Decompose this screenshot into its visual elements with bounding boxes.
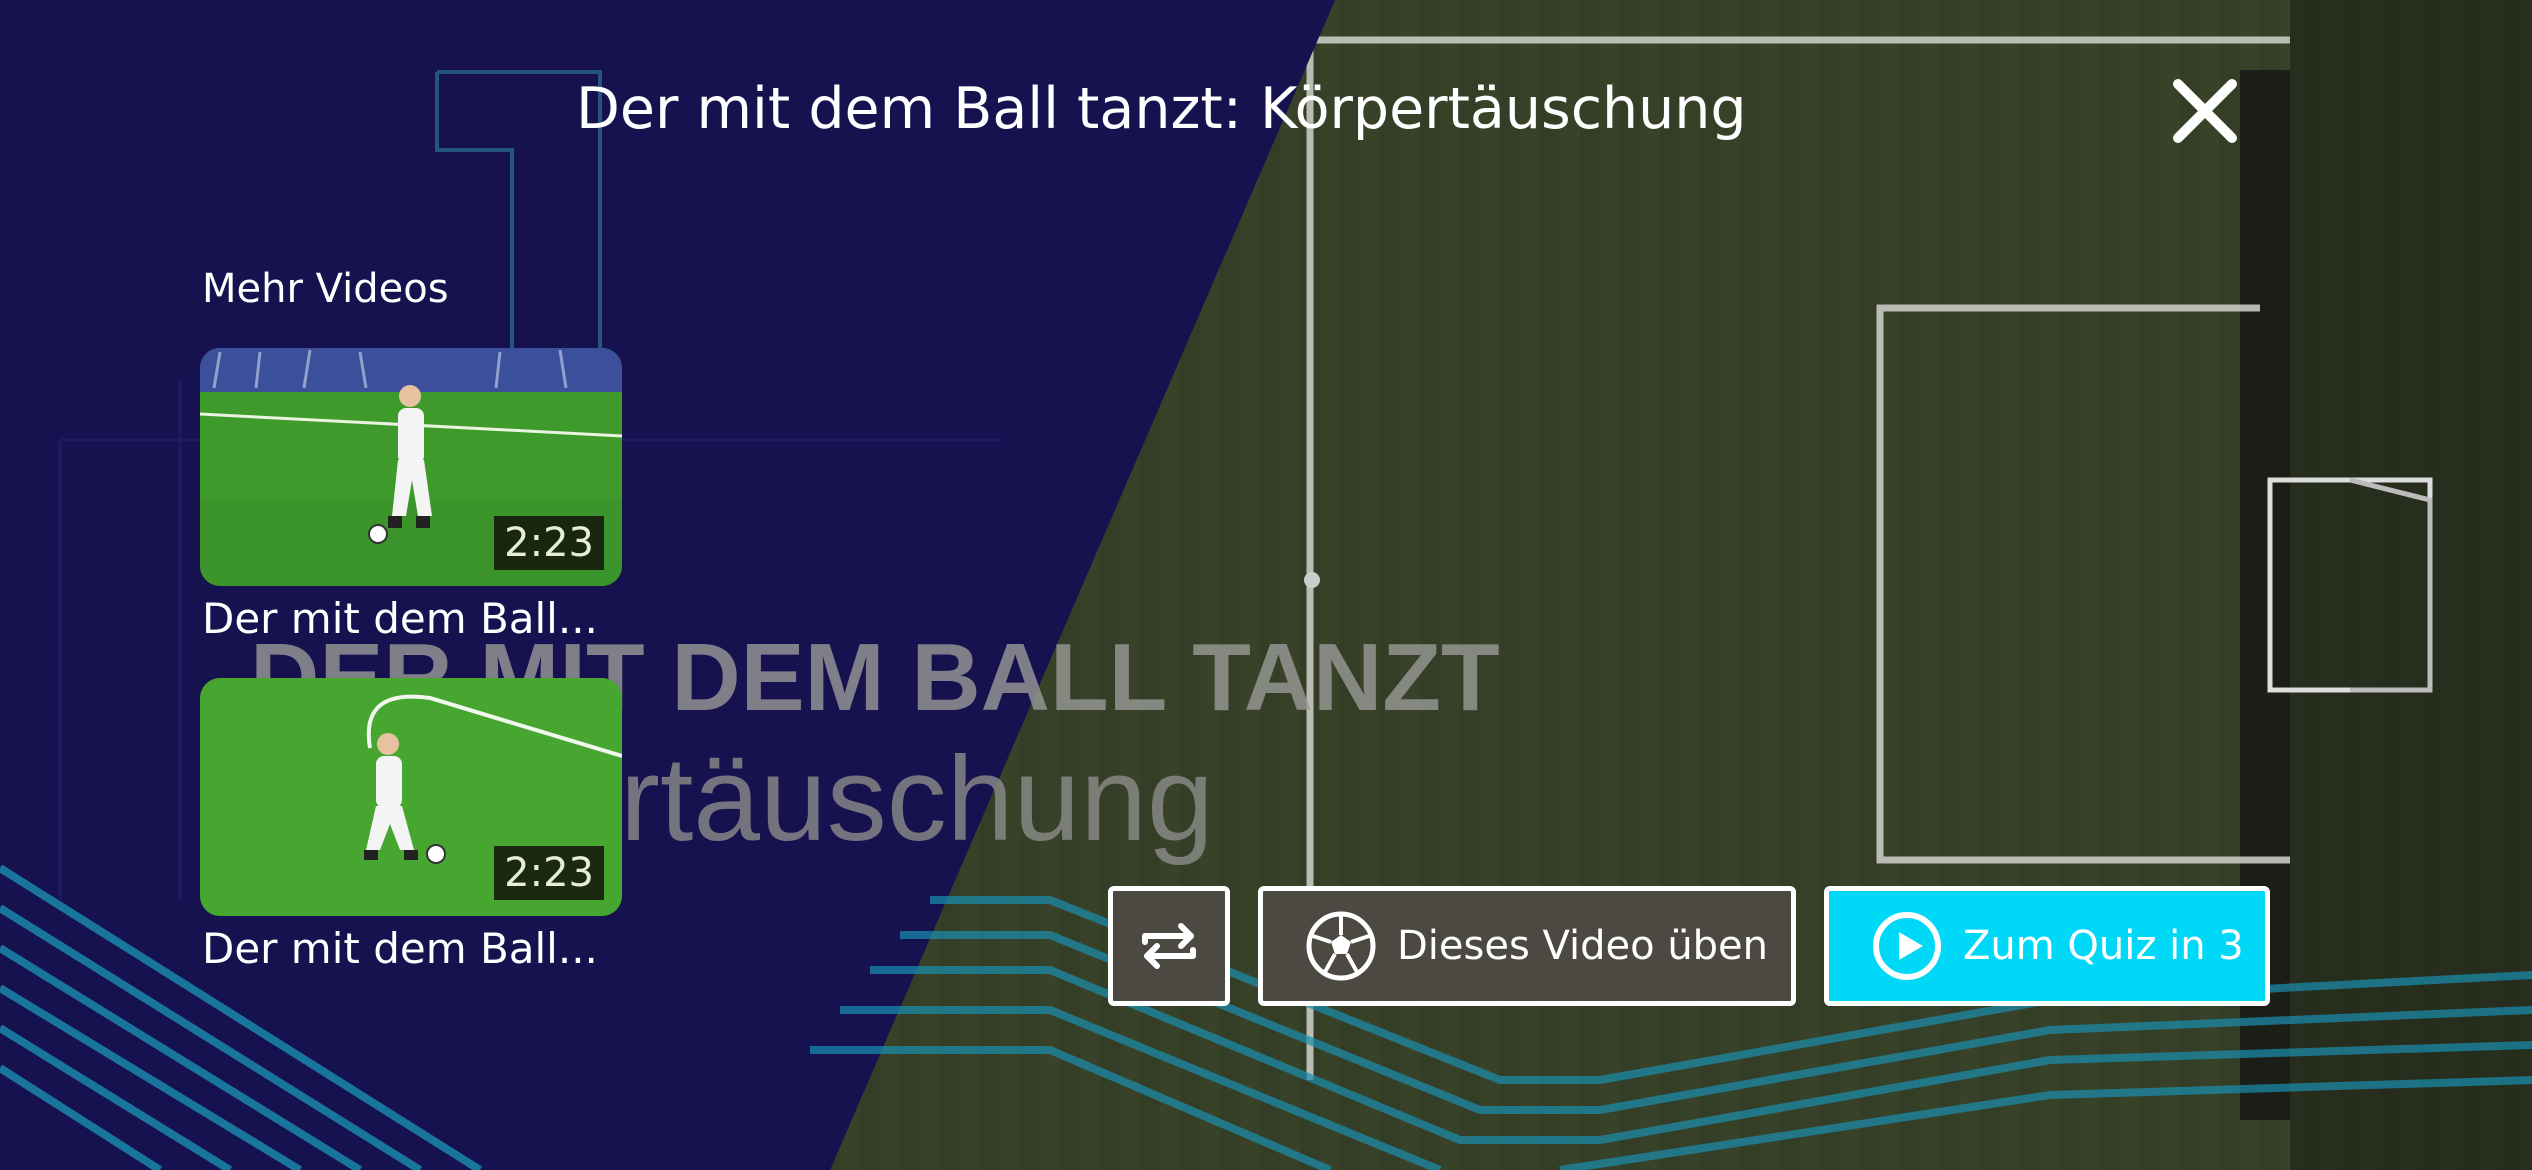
quiz-button-label: Zum Quiz in 3 <box>1963 923 2244 969</box>
repeat-icon <box>1142 923 1196 969</box>
close-icon <box>2173 79 2237 143</box>
soccer-ball-icon <box>1306 911 1376 981</box>
play-circle-icon <box>1873 912 1941 980</box>
watermark-subtitle: rtäuschung <box>620 732 1214 866</box>
close-button[interactable] <box>2168 74 2242 148</box>
video-duration: 2:23 <box>494 846 604 900</box>
more-videos-label: Mehr Videos <box>202 266 449 312</box>
video-caption-2[interactable]: Der mit dem Ball... <box>202 924 598 973</box>
fence <box>2290 0 2532 1170</box>
video-thumbnail-2[interactable]: 2:23 <box>200 678 622 916</box>
practice-video-label: Dieses Video üben <box>1397 923 1769 969</box>
video-title: Der mit dem Ball tanzt: Körpertäuschung <box>576 76 1747 142</box>
practice-video-button[interactable]: Dieses Video üben <box>1258 886 1796 1006</box>
video-caption-1[interactable]: Der mit dem Ball... <box>202 594 598 643</box>
quiz-button[interactable]: Zum Quiz in 3 <box>1824 886 2270 1006</box>
replay-button[interactable] <box>1108 886 1230 1006</box>
video-thumbnail-1[interactable]: 2:23 <box>200 348 622 586</box>
video-duration: 2:23 <box>494 516 604 570</box>
